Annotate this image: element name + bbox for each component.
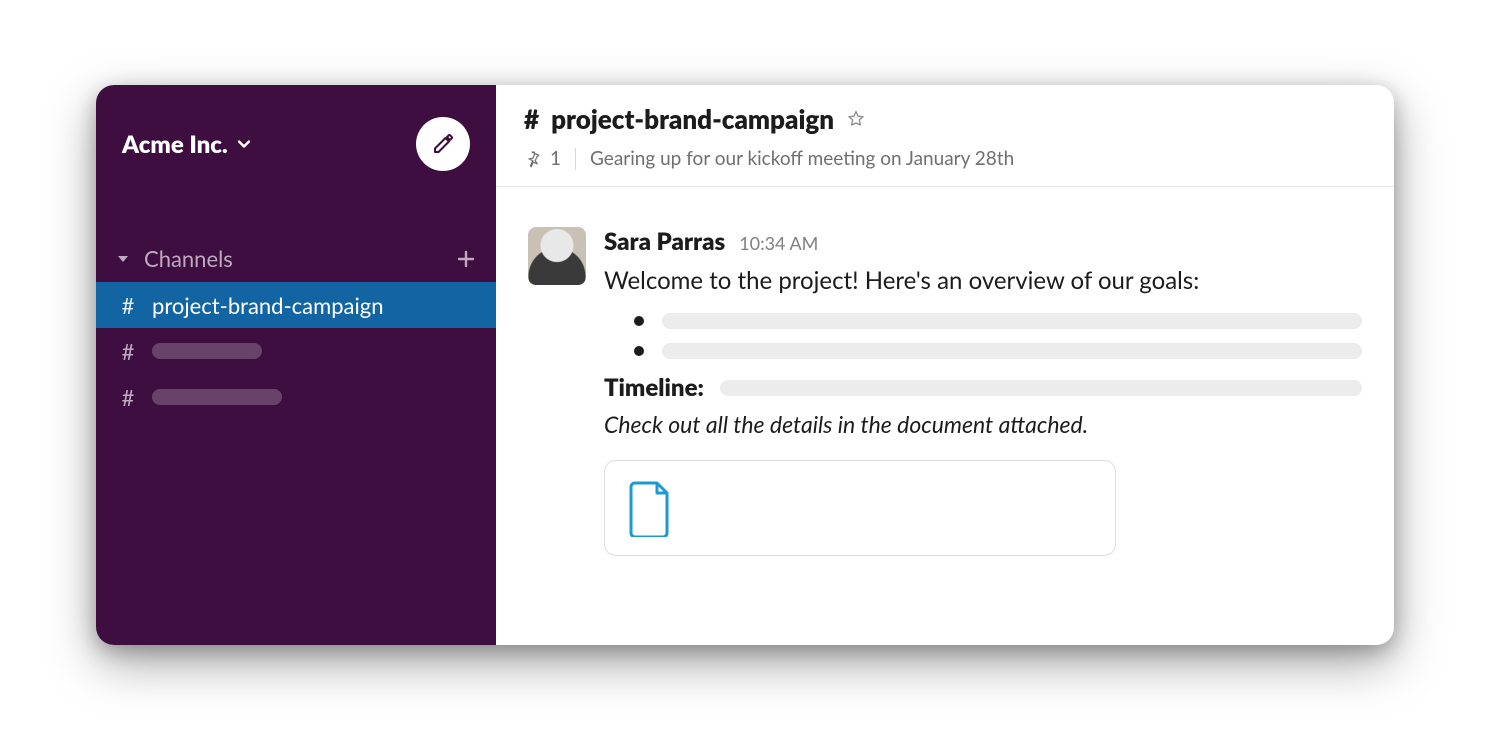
avatar[interactable] (528, 227, 586, 285)
attachment-meta (697, 502, 857, 514)
message-text-intro: Welcome to the project! Here's an overvi… (604, 262, 1362, 299)
channel-topic[interactable]: Gearing up for our kickoff meeting on Ja… (590, 147, 1014, 170)
channel-header: # project-brand-campaign 1 Gearing up fo… (496, 85, 1394, 187)
placeholder-bar (662, 313, 1362, 329)
pinned-count: 1 (550, 147, 561, 170)
compose-icon (431, 132, 455, 156)
message-author[interactable]: Sara Parras (604, 227, 725, 256)
channel-item-placeholder[interactable]: # (96, 374, 496, 420)
timeline-row: Timeline: (604, 373, 1362, 402)
placeholder-bar (152, 389, 282, 405)
workspace-name: Acme Inc. (122, 130, 228, 159)
workspace-switcher[interactable]: Acme Inc. (122, 130, 252, 159)
channels-section-header[interactable]: Channels (96, 235, 496, 282)
hash-icon: # (524, 103, 539, 135)
message-note: Check out all the details in the documen… (604, 410, 1362, 438)
hash-icon: # (118, 338, 138, 365)
bullet-dot-icon (634, 316, 644, 326)
hash-icon: # (118, 384, 138, 411)
timeline-label: Timeline: (604, 373, 704, 402)
message-content: Sara Parras 10:34 AM Welcome to the proj… (604, 227, 1362, 556)
app-frame: Acme Inc. Channels # project-brand-campa… (96, 85, 1394, 645)
star-icon[interactable] (846, 109, 866, 129)
hash-icon: # (118, 292, 138, 319)
channel-meta: 1 Gearing up for our kickoff meeting on … (524, 147, 1366, 170)
pin-icon (524, 150, 542, 168)
message-list: Sara Parras 10:34 AM Welcome to the proj… (496, 187, 1394, 580)
divider (575, 148, 576, 170)
message: Sara Parras 10:34 AM Welcome to the proj… (528, 227, 1362, 556)
chevron-down-icon (236, 136, 252, 152)
channel-item-project-brand-campaign[interactable]: # project-brand-campaign (96, 282, 496, 328)
plus-icon (456, 249, 476, 269)
bullet-dot-icon (634, 346, 644, 356)
message-time: 10:34 AM (739, 232, 818, 254)
main-pane: # project-brand-campaign 1 Gearing up fo… (496, 85, 1394, 645)
placeholder-bar (662, 343, 1362, 359)
compose-button[interactable] (416, 117, 470, 171)
channel-item-placeholder[interactable]: # (96, 328, 496, 374)
bullet-list (634, 313, 1362, 359)
placeholder-bar (152, 343, 262, 359)
sidebar: Acme Inc. Channels # project-brand-campa… (96, 85, 496, 645)
bullet-item (634, 313, 1362, 329)
channels-section-label: Channels (144, 245, 233, 272)
bullet-item (634, 343, 1362, 359)
pinned-button[interactable]: 1 (524, 147, 561, 170)
caret-down-icon (116, 252, 130, 266)
workspace-header: Acme Inc. (96, 103, 496, 201)
file-attachment[interactable] (604, 460, 1116, 556)
add-channel-button[interactable] (456, 249, 476, 269)
placeholder-bar (720, 380, 1362, 396)
channel-name: project-brand-campaign (152, 292, 383, 319)
document-icon (627, 479, 675, 537)
channel-title[interactable]: project-brand-campaign (551, 103, 834, 135)
